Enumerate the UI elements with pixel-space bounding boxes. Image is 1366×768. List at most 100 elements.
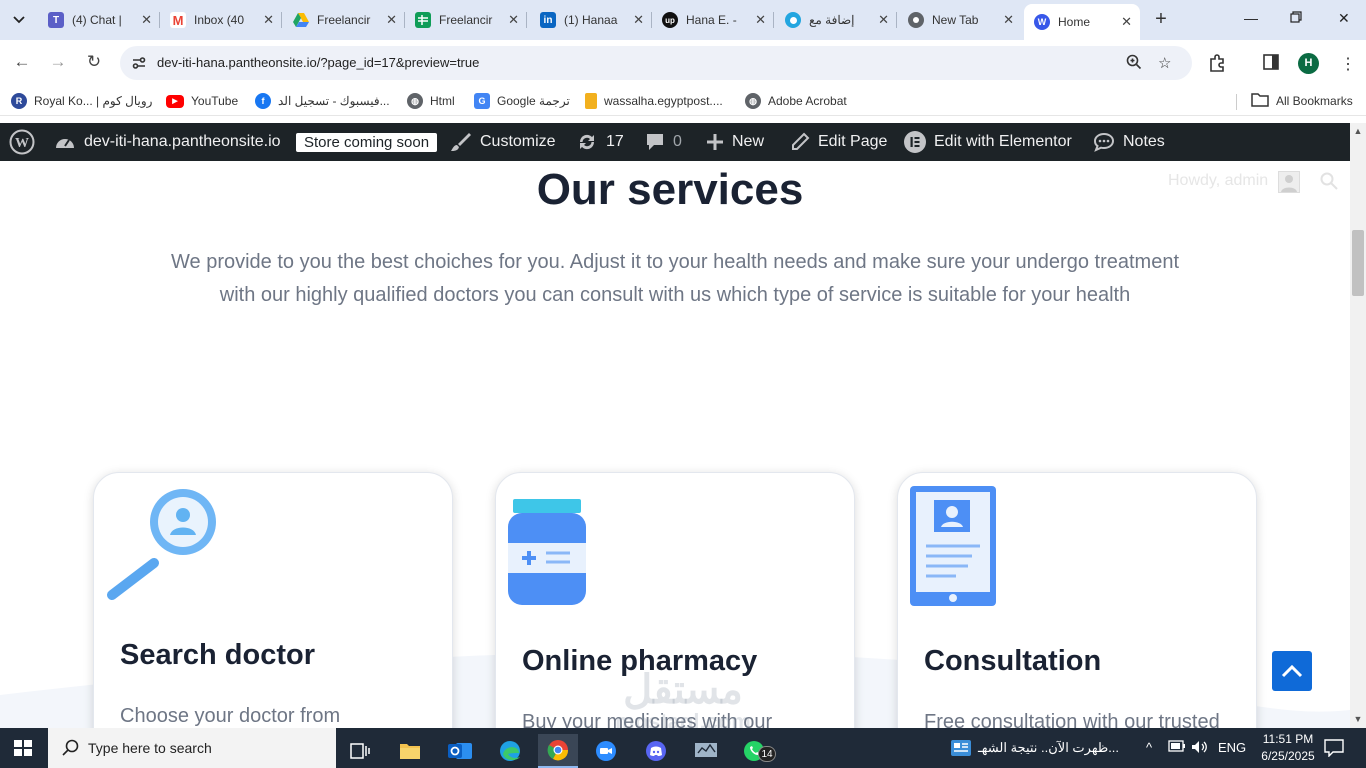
store-badge-label: Store coming soon bbox=[296, 132, 438, 152]
profile-avatar[interactable]: H bbox=[1298, 53, 1319, 74]
close-icon[interactable]: ✕ bbox=[386, 12, 397, 28]
close-icon[interactable]: ✕ bbox=[263, 12, 274, 28]
reload-button[interactable]: ↻ bbox=[82, 52, 106, 72]
tab-home[interactable]: W Home ✕ bbox=[1024, 4, 1140, 40]
tab-arabic[interactable]: إضافة مع ✕ bbox=[775, 6, 897, 34]
close-icon[interactable]: ✕ bbox=[755, 12, 766, 28]
bookmarks-divider bbox=[1236, 94, 1237, 110]
site-settings-icon[interactable] bbox=[130, 54, 148, 72]
close-icon[interactable]: ✕ bbox=[878, 12, 889, 28]
service-card-consultation[interactable]: Consultation Free consultation with our … bbox=[897, 472, 1257, 768]
bookmark-star-icon[interactable]: ☆ bbox=[1158, 54, 1171, 72]
tab-label: New Tab bbox=[932, 13, 979, 27]
news-widget-text[interactable]: ظهرت الآن.. نتيجة الشهـ... bbox=[978, 740, 1119, 756]
youtube-icon: ▶ bbox=[166, 94, 184, 108]
network-app-button[interactable] bbox=[686, 734, 726, 768]
wp-site-name[interactable]: dev-iti-hana.pantheonsite.io bbox=[54, 123, 281, 161]
close-window-button[interactable]: ✕ bbox=[1338, 10, 1350, 27]
tab-search-button[interactable] bbox=[6, 8, 32, 32]
discord-button[interactable] bbox=[636, 734, 676, 768]
comments-count: 0 bbox=[673, 133, 682, 150]
bookmark-adobe[interactable]: ◍ Adobe Acrobat bbox=[745, 92, 847, 110]
system-clock[interactable]: 11:51 PM 6/25/2025 bbox=[1256, 731, 1320, 765]
discord-icon bbox=[646, 741, 666, 761]
language-indicator[interactable]: ENG bbox=[1218, 740, 1246, 755]
tab-sheets[interactable]: Freelancir ✕ bbox=[405, 6, 527, 34]
close-icon[interactable]: ✕ bbox=[141, 12, 152, 28]
bookmark-royal[interactable]: R Royal Ko... | رويال كوم bbox=[11, 92, 152, 110]
scrollbar-thumb[interactable] bbox=[1352, 230, 1364, 296]
close-icon[interactable]: ✕ bbox=[1121, 14, 1132, 30]
new-tab-button[interactable]: + bbox=[1150, 8, 1172, 32]
tab-upwork[interactable]: up Hana E. - ✕ bbox=[652, 6, 774, 34]
edge-icon bbox=[500, 741, 520, 761]
wp-logo-button[interactable]: W bbox=[9, 123, 35, 161]
watermark-arabic: مستقل bbox=[623, 668, 743, 712]
url-text[interactable]: dev-iti-hana.pantheonsite.io/?page_id=17… bbox=[157, 55, 479, 70]
clock-date: 6/25/2025 bbox=[1261, 749, 1315, 763]
zoom-icon[interactable] bbox=[1126, 54, 1142, 74]
windows-taskbar: Type here to search bbox=[0, 728, 1366, 768]
chrome-button[interactable] bbox=[538, 734, 578, 768]
outlook-button[interactable] bbox=[440, 734, 480, 768]
wp-new[interactable]: New bbox=[706, 123, 764, 161]
chrome-icon bbox=[908, 12, 924, 28]
file-explorer-button[interactable] bbox=[390, 734, 430, 768]
bookmark-google-translate[interactable]: G Google ترجمة bbox=[474, 92, 570, 110]
forward-button[interactable]: → bbox=[46, 52, 70, 72]
close-icon[interactable]: ✕ bbox=[633, 12, 644, 28]
minimize-button[interactable]: — bbox=[1244, 10, 1258, 26]
news-widget-icon[interactable] bbox=[950, 738, 972, 763]
extensions-icon[interactable] bbox=[1208, 54, 1226, 76]
close-icon[interactable]: ✕ bbox=[1003, 12, 1014, 28]
bookmark-html[interactable]: ◍ Html bbox=[407, 92, 455, 110]
wp-edit-elementor[interactable]: Edit with Elementor bbox=[904, 123, 1072, 161]
notes-bubble-icon bbox=[1093, 132, 1115, 152]
whatsapp-badge: 14 bbox=[758, 746, 776, 762]
restore-button[interactable] bbox=[1290, 10, 1302, 26]
wassalha-icon bbox=[585, 93, 597, 109]
side-panel-icon[interactable] bbox=[1263, 54, 1279, 74]
bookmark-facebook[interactable]: f فيسبوك - تسجيل الد... bbox=[255, 92, 390, 110]
page-scrollbar[interactable] bbox=[1350, 123, 1366, 728]
store-coming-soon-badge[interactable]: Store coming soon bbox=[296, 123, 438, 161]
menu-icon[interactable]: ⋮ bbox=[1340, 54, 1356, 74]
tab-new-tab[interactable]: New Tab ✕ bbox=[898, 6, 1022, 34]
wp-notes[interactable]: Notes bbox=[1093, 123, 1165, 161]
scroll-up-arrow[interactable]: ▲ bbox=[1352, 126, 1364, 136]
zoom-app-button[interactable] bbox=[586, 734, 626, 768]
windows-start-icon[interactable] bbox=[14, 740, 32, 756]
svg-text:W: W bbox=[15, 136, 29, 151]
notifications-icon[interactable] bbox=[1324, 739, 1344, 762]
close-icon[interactable]: ✕ bbox=[508, 12, 519, 28]
bookmark-label: Adobe Acrobat bbox=[768, 94, 847, 108]
tab-drive[interactable]: Freelancir ✕ bbox=[283, 6, 405, 34]
tab-gmail[interactable]: M Inbox (40 ✕ bbox=[160, 6, 282, 34]
screen: T (4) Chat | ✕ M Inbox (40 ✕ Freelancir … bbox=[0, 0, 1366, 768]
all-bookmarks-button[interactable]: All Bookmarks bbox=[1251, 92, 1353, 110]
volume-icon[interactable] bbox=[1191, 740, 1209, 757]
back-to-top-button[interactable] bbox=[1272, 651, 1312, 691]
tab-strip: T (4) Chat | ✕ M Inbox (40 ✕ Freelancir … bbox=[0, 0, 1366, 40]
restore-icon bbox=[1290, 11, 1302, 23]
updates-icon bbox=[576, 132, 598, 152]
taskbar-search-box[interactable]: Type here to search bbox=[48, 728, 336, 768]
back-button[interactable]: ← bbox=[10, 52, 34, 72]
service-card-search-doctor[interactable]: Search doctor Choose your doctor from bbox=[93, 472, 453, 768]
wp-comments[interactable]: 0 bbox=[645, 123, 682, 161]
wp-edit-page[interactable]: Edit Page bbox=[790, 123, 887, 161]
tab-teams[interactable]: T (4) Chat | ✕ bbox=[38, 6, 160, 34]
wp-customize[interactable]: Customize bbox=[450, 123, 556, 161]
bookmark-youtube[interactable]: ▶ YouTube bbox=[166, 92, 238, 110]
outlook-icon bbox=[448, 743, 472, 759]
address-bar[interactable]: dev-iti-hana.pantheonsite.io/?page_id=17… bbox=[120, 46, 1192, 80]
scroll-down-arrow[interactable]: ▼ bbox=[1352, 714, 1364, 724]
tab-linkedin[interactable]: in (1) Hanaa ✕ bbox=[530, 6, 652, 34]
task-view-button[interactable] bbox=[340, 734, 380, 768]
tray-chevron-up-icon[interactable]: ^ bbox=[1146, 740, 1152, 755]
edge-button[interactable] bbox=[490, 734, 530, 768]
battery-icon[interactable] bbox=[1168, 740, 1186, 755]
tab-label: Freelancir bbox=[439, 13, 493, 27]
wp-updates[interactable]: 17 bbox=[576, 123, 624, 161]
bookmark-wassalha[interactable]: wassalha.egyptpost.... bbox=[585, 92, 723, 110]
